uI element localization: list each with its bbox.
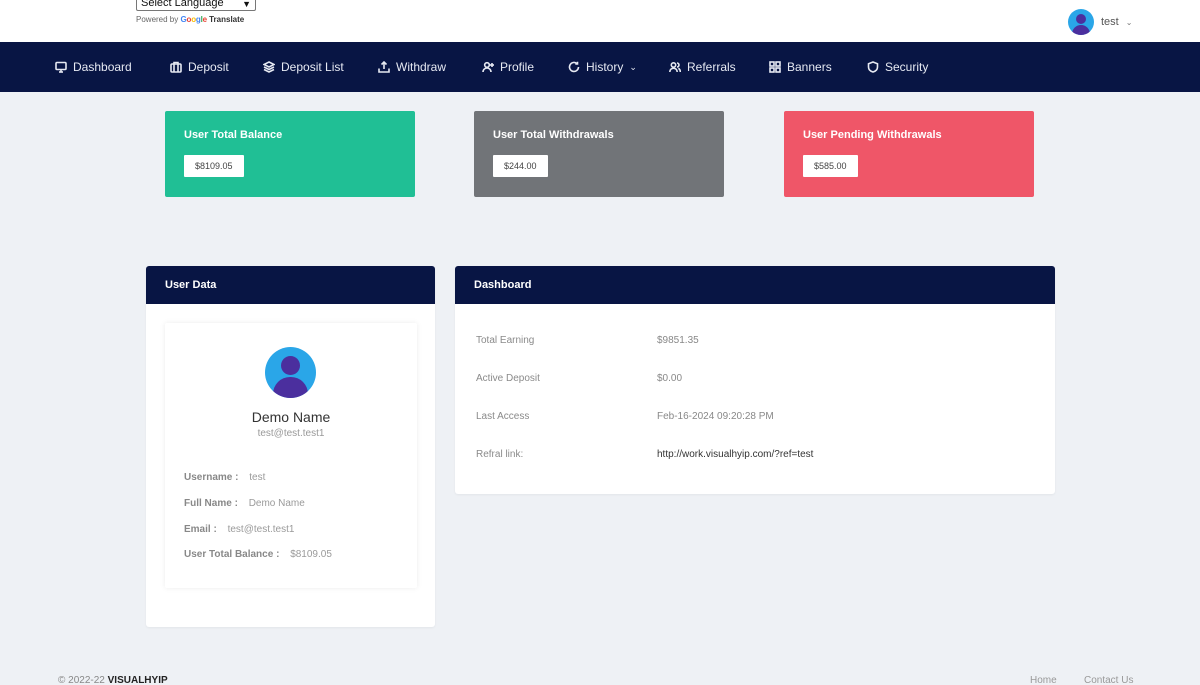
grid-icon — [769, 61, 781, 73]
copyright: © 2022-22 VISUALHYIP — [58, 675, 168, 685]
nav-label-profile: Profile — [500, 60, 535, 74]
row-value: Demo Name — [248, 498, 305, 509]
chevron-down-icon: ⌄ — [1125, 17, 1133, 27]
user-menu-name: test — [1101, 16, 1119, 28]
dashboard-panel: Dashboard Total Earning $9851.35 Active … — [455, 266, 1055, 494]
top-bar: Select Language ▼ Powered by Google Tran… — [0, 0, 1200, 42]
panel-title: User Data — [146, 266, 435, 304]
nav-label-deposit: Deposit — [188, 60, 229, 74]
stat-title: User Pending Withdrawals — [803, 129, 942, 141]
briefcase-icon — [170, 61, 182, 73]
row-value: $9851.35 — [657, 335, 699, 346]
stat-card-pending-withdrawals: User Pending Withdrawals $585.00 — [784, 111, 1034, 197]
profile-row-balance: User Total Balance : $8109.05 — [184, 549, 332, 560]
nav-item-history[interactable]: History ⌄ — [568, 42, 637, 92]
row-value: Feb-16-2024 09:20:28 PM — [657, 411, 774, 422]
user-plus-icon — [482, 61, 494, 73]
nav-label-referrals: Referrals — [687, 60, 736, 74]
profile-row-fullname: Full Name : Demo Name — [184, 498, 305, 509]
google-translate-credit: Powered by Google Translate — [136, 15, 244, 24]
stat-value: $244.00 — [493, 155, 548, 177]
monitor-icon — [55, 61, 67, 73]
footer-link-home[interactable]: Home — [1030, 675, 1057, 685]
row-value: test — [249, 472, 266, 483]
google-logo: Google — [180, 15, 207, 24]
nav-label-banners: Banners — [787, 60, 832, 74]
chevron-down-icon: ▼ — [242, 0, 251, 9]
row-label: Last Access — [476, 411, 530, 422]
refresh-icon — [568, 61, 580, 73]
layers-icon — [263, 61, 275, 73]
stat-value: $585.00 — [803, 155, 858, 177]
profile-card: Demo Name test@test.test1 Username : tes… — [165, 323, 417, 588]
footer-link-contact[interactable]: Contact Us — [1084, 675, 1133, 685]
nav-item-dashboard[interactable]: Dashboard — [55, 42, 132, 92]
users-icon — [669, 61, 681, 73]
stat-title: User Total Balance — [184, 129, 283, 141]
nav-label-withdraw: Withdraw — [396, 60, 447, 74]
nav-item-referrals[interactable]: Referrals — [669, 42, 736, 92]
panel-title: Dashboard — [455, 266, 1055, 304]
chevron-down-icon: ⌄ — [629, 61, 637, 72]
nav-label-dashboard: Dashboard — [73, 60, 132, 74]
powered-by-label: Powered by — [136, 15, 179, 24]
translate-label: Translate — [209, 15, 245, 24]
profile-row-email: Email : test@test.test1 — [184, 524, 294, 535]
profile-name: Demo Name — [251, 409, 331, 425]
row-value: test@test.test1 — [227, 524, 295, 535]
profile-row-username: Username : test — [184, 472, 265, 483]
row-label: User Total Balance : — [184, 549, 280, 560]
nav-item-banners[interactable]: Banners — [769, 42, 832, 92]
row-label: Full Name : — [184, 498, 238, 509]
nav-label-history: History — [586, 60, 624, 74]
user-menu[interactable]: test ⌄ — [1068, 9, 1132, 35]
stat-card-total-balance: User Total Balance $8109.05 — [165, 111, 415, 197]
main-nav: Dashboard Deposit Deposit List Withdraw … — [0, 42, 1200, 92]
avatar — [1068, 9, 1094, 35]
row-value: $8109.05 — [290, 549, 332, 560]
copyright-text: © 2022-22 — [58, 675, 105, 685]
row-label: Active Deposit — [476, 373, 540, 384]
referral-link[interactable]: http://work.visualhyip.com/?ref=test — [657, 449, 813, 460]
language-select[interactable]: Select Language ▼ — [136, 0, 256, 11]
nav-item-profile[interactable]: Profile — [482, 42, 534, 92]
nav-label-deposit-list: Deposit List — [281, 60, 344, 74]
avatar — [265, 347, 316, 398]
user-data-panel: User Data Demo Name test@test.test1 User… — [146, 266, 435, 627]
stat-title: User Total Withdrawals — [493, 129, 614, 141]
upload-icon — [378, 61, 390, 73]
shield-icon — [867, 61, 879, 73]
row-value: $0.00 — [657, 373, 683, 384]
nav-item-withdraw[interactable]: Withdraw — [378, 42, 446, 92]
nav-item-security[interactable]: Security — [867, 42, 928, 92]
nav-item-deposit[interactable]: Deposit — [170, 42, 229, 92]
nav-item-deposit-list[interactable]: Deposit List — [263, 42, 344, 92]
nav-label-security: Security — [885, 60, 929, 74]
footer: © 2022-22 VISUALHYIP Home Contact Us — [0, 655, 1200, 685]
language-select-value: Select Language — [141, 0, 224, 9]
stat-value: $8109.05 — [184, 155, 244, 177]
stat-card-total-withdrawals: User Total Withdrawals $244.00 — [474, 111, 724, 197]
brand-name: VISUALHYIP — [107, 675, 168, 685]
row-label: Email : — [184, 524, 217, 535]
row-label: Refral link: — [476, 449, 524, 460]
row-label: Username : — [184, 472, 239, 483]
profile-email: test@test.test1 — [257, 428, 325, 439]
row-label: Total Earning — [476, 335, 535, 346]
